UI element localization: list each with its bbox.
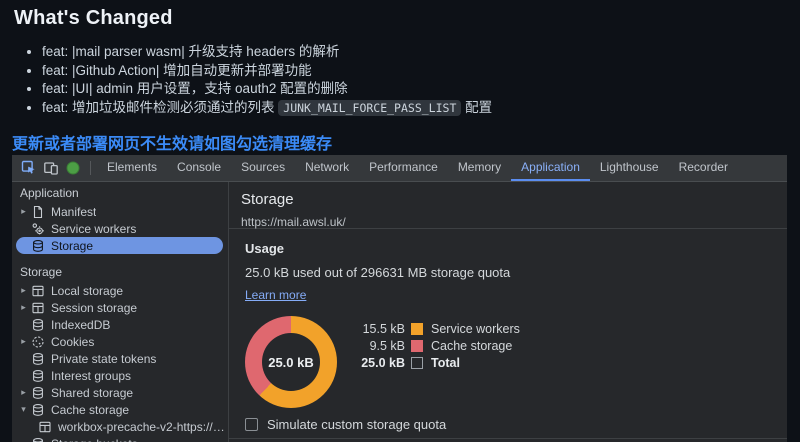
simulate-quota-row: Simulate custom storage quota: [245, 417, 771, 432]
changelog-list: feat: |mail parser wasm| 升级支持 headers 的解…: [42, 43, 786, 117]
table-icon: [32, 285, 44, 296]
usage-section: Usage 25.0 kB used out of 296631 MB stor…: [229, 229, 787, 432]
sidebar-item-manifest[interactable]: ▸ Manifest: [12, 203, 228, 220]
section-divider: [229, 438, 787, 439]
usage-donut: 25.0 kB: [245, 316, 337, 408]
chevron-right-icon[interactable]: ▸: [17, 203, 30, 220]
sidebar-item-cookies[interactable]: ▸ Cookies: [12, 333, 228, 350]
cache-notice: 更新或者部署网页不生效请如图勾选清理缓存: [12, 136, 333, 153]
total-swatch: [411, 356, 423, 369]
database-icon: [33, 369, 43, 382]
sidebar-item-cache-storage[interactable]: ▾ Cache storage: [12, 401, 228, 418]
tab-application[interactable]: Application: [511, 155, 590, 181]
tab-memory[interactable]: Memory: [448, 155, 511, 181]
origin-url: https://mail.awsl.uk/: [241, 215, 346, 229]
sidebar-section-storage: Storage: [20, 265, 63, 279]
database-icon: [33, 239, 43, 252]
tab-performance[interactable]: Performance: [359, 155, 448, 181]
tab-recorder[interactable]: Recorder: [669, 155, 738, 181]
table-icon: [39, 421, 51, 432]
database-icon: [33, 437, 43, 442]
cache-storage-swatch: [411, 339, 423, 352]
code-badge: JUNK_MAIL_FORCE_PASS_LIST: [278, 99, 462, 116]
devtools-toolbar: Elements Console Sources Network Perform…: [12, 155, 787, 182]
database-icon: [33, 386, 43, 399]
legend-row-cache-storage: 9.5 kB Cache storage: [369, 338, 513, 353]
devtools-content: Application ▸ Manifest Service workers S…: [12, 182, 787, 442]
simulate-quota-checkbox[interactable]: [245, 418, 258, 431]
service-workers-swatch: [411, 322, 423, 335]
gears-icon: [32, 222, 44, 234]
usage-chart: 25.0 kB 15.5 kB Service workers 9.5 kB C…: [245, 316, 771, 408]
legend-row-total: 25.0 kB Total: [361, 355, 460, 370]
sidebar-item-shared-storage[interactable]: ▸ Shared storage: [12, 384, 228, 401]
learn-more-link[interactable]: Learn more: [245, 288, 306, 302]
toolbar-separator: [90, 161, 91, 175]
changelog-item: feat: |Github Action| 增加自动更新并部署功能: [42, 62, 786, 81]
usage-heading: Usage: [245, 241, 285, 256]
page: What's Changed feat: |mail parser wasm| …: [0, 0, 800, 442]
devtools-window: Elements Console Sources Network Perform…: [12, 155, 787, 442]
changelog-item: feat: |UI| admin 用户设置，支持 oauth2 配置的删除: [42, 80, 786, 99]
storage-panel: Storage https://mail.awsl.uk/ Usage 25.0…: [229, 182, 787, 442]
chevron-right-icon[interactable]: ▸: [17, 299, 30, 316]
sidebar-item-interest-groups[interactable]: Interest groups: [12, 367, 228, 384]
sidebar-item-indexeddb[interactable]: IndexedDB: [12, 316, 228, 333]
page-title: What's Changed: [14, 7, 173, 29]
chevron-down-icon[interactable]: ▾: [17, 401, 30, 418]
sidebar-item-private-state-tokens[interactable]: Private state tokens: [12, 350, 228, 367]
usage-legend: 15.5 kB Service workers 9.5 kB Cache sto…: [339, 320, 520, 408]
tab-lighthouse[interactable]: Lighthouse: [590, 155, 669, 181]
sidebar-item-local-storage[interactable]: ▸ Local storage: [12, 282, 228, 299]
inspect-element-icon[interactable]: [18, 157, 40, 179]
extension-icon[interactable]: [62, 157, 84, 179]
changelog-item: feat: |mail parser wasm| 升级支持 headers 的解…: [42, 43, 786, 62]
simulate-quota-label: Simulate custom storage quota: [267, 417, 447, 432]
legend-row-service-workers: 15.5 kB Service workers: [362, 321, 520, 336]
tab-elements[interactable]: Elements: [97, 155, 167, 181]
database-icon: [33, 403, 43, 416]
tab-network[interactable]: Network: [295, 155, 359, 181]
tab-console[interactable]: Console: [167, 155, 231, 181]
document-icon: [33, 205, 43, 218]
cookie-icon: [32, 335, 44, 348]
sidebar-item-service-workers[interactable]: Service workers: [12, 220, 228, 237]
device-toolbar-icon[interactable]: [40, 157, 62, 179]
sidebar-item-storage-buckets[interactable]: Storage buckets: [12, 435, 228, 442]
sidebar-section-application: Application: [20, 186, 79, 200]
devtools-tabs: Elements Console Sources Network Perform…: [97, 155, 738, 181]
changelog-item: feat: 增加垃圾邮件检测必须通过的列表 JUNK_MAIL_FORCE_PA…: [42, 99, 786, 118]
storage-panel-title: Storage: [241, 191, 294, 208]
sidebar-item-workbox-precache[interactable]: workbox-precache-v2-https://mai…: [12, 418, 228, 435]
application-sidebar: Application ▸ Manifest Service workers S…: [12, 182, 229, 442]
chevron-right-icon[interactable]: ▸: [17, 282, 30, 299]
sidebar-item-storage[interactable]: Storage: [16, 237, 223, 254]
table-icon: [32, 302, 44, 313]
chevron-right-icon[interactable]: ▸: [17, 333, 30, 350]
donut-center-label: 25.0 kB: [268, 354, 314, 370]
changelog-section: What's Changed feat: |mail parser wasm| …: [0, 0, 800, 154]
database-icon: [33, 352, 43, 365]
usage-summary: 25.0 kB used out of 296631 MB storage qu…: [245, 265, 511, 280]
database-icon: [33, 318, 43, 331]
chevron-right-icon[interactable]: ▸: [17, 384, 30, 401]
sidebar-item-session-storage[interactable]: ▸ Session storage: [12, 299, 228, 316]
tab-sources[interactable]: Sources: [231, 155, 295, 181]
